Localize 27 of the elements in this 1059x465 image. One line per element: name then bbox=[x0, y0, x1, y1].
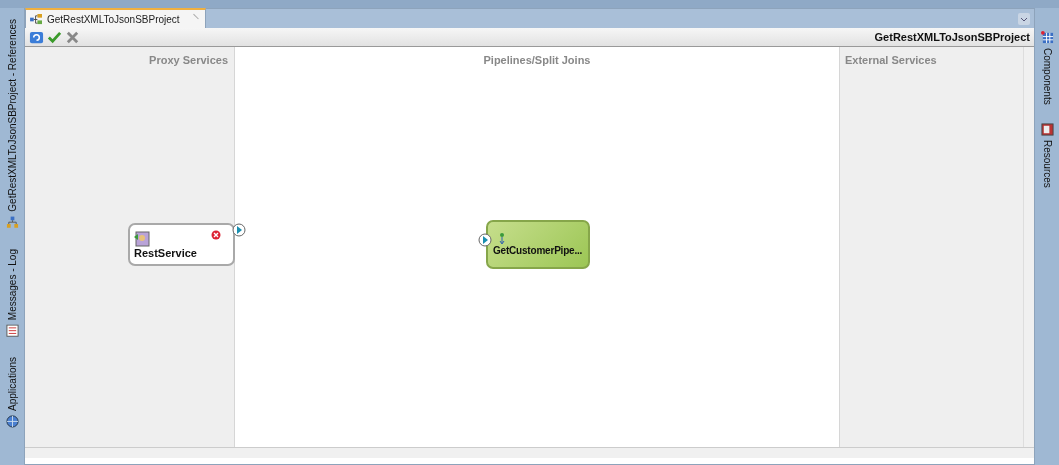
pipeline-icon bbox=[499, 233, 505, 245]
grid-icon bbox=[1040, 31, 1054, 44]
project-icon bbox=[30, 13, 43, 25]
checkmark-icon[interactable] bbox=[47, 29, 62, 45]
refresh-icon[interactable] bbox=[29, 29, 44, 45]
dropdown-icon[interactable] bbox=[1018, 13, 1030, 25]
project-name: GetRestXMLToJsonSBProject bbox=[874, 31, 1030, 43]
globe-icon bbox=[5, 414, 19, 428]
connector-port-icon[interactable] bbox=[478, 233, 492, 247]
lane-title: Pipelines/Split Joins bbox=[482, 54, 592, 66]
service-node[interactable]: RestService bbox=[128, 223, 235, 266]
lane-title: Proxy Services bbox=[148, 54, 229, 66]
lane-title: External Services bbox=[844, 54, 938, 66]
side-panel-tab[interactable]: Messages - Log bbox=[5, 245, 19, 340]
pipeline-node[interactable]: GetCustomerPipe... bbox=[486, 220, 590, 269]
resources-icon bbox=[1040, 122, 1054, 136]
editor-tab[interactable]: GetRestXMLToJsonSBProject bbox=[25, 8, 206, 28]
side-panel-tab[interactable]: Applications bbox=[5, 353, 19, 431]
log-icon bbox=[5, 323, 19, 337]
hierarchy-icon bbox=[5, 215, 19, 229]
side-panel-tab[interactable]: Components bbox=[1040, 28, 1054, 108]
side-panel-tab[interactable]: Resources bbox=[1040, 119, 1054, 191]
vertical-scrollbar[interactable] bbox=[1023, 47, 1034, 447]
service-icon bbox=[134, 230, 150, 247]
connector-port-icon[interactable] bbox=[232, 223, 246, 237]
side-panel-tab[interactable]: GetRestXMLToJsonSBProject - References bbox=[5, 16, 19, 232]
horizontal-scrollbar[interactable] bbox=[25, 447, 1034, 458]
